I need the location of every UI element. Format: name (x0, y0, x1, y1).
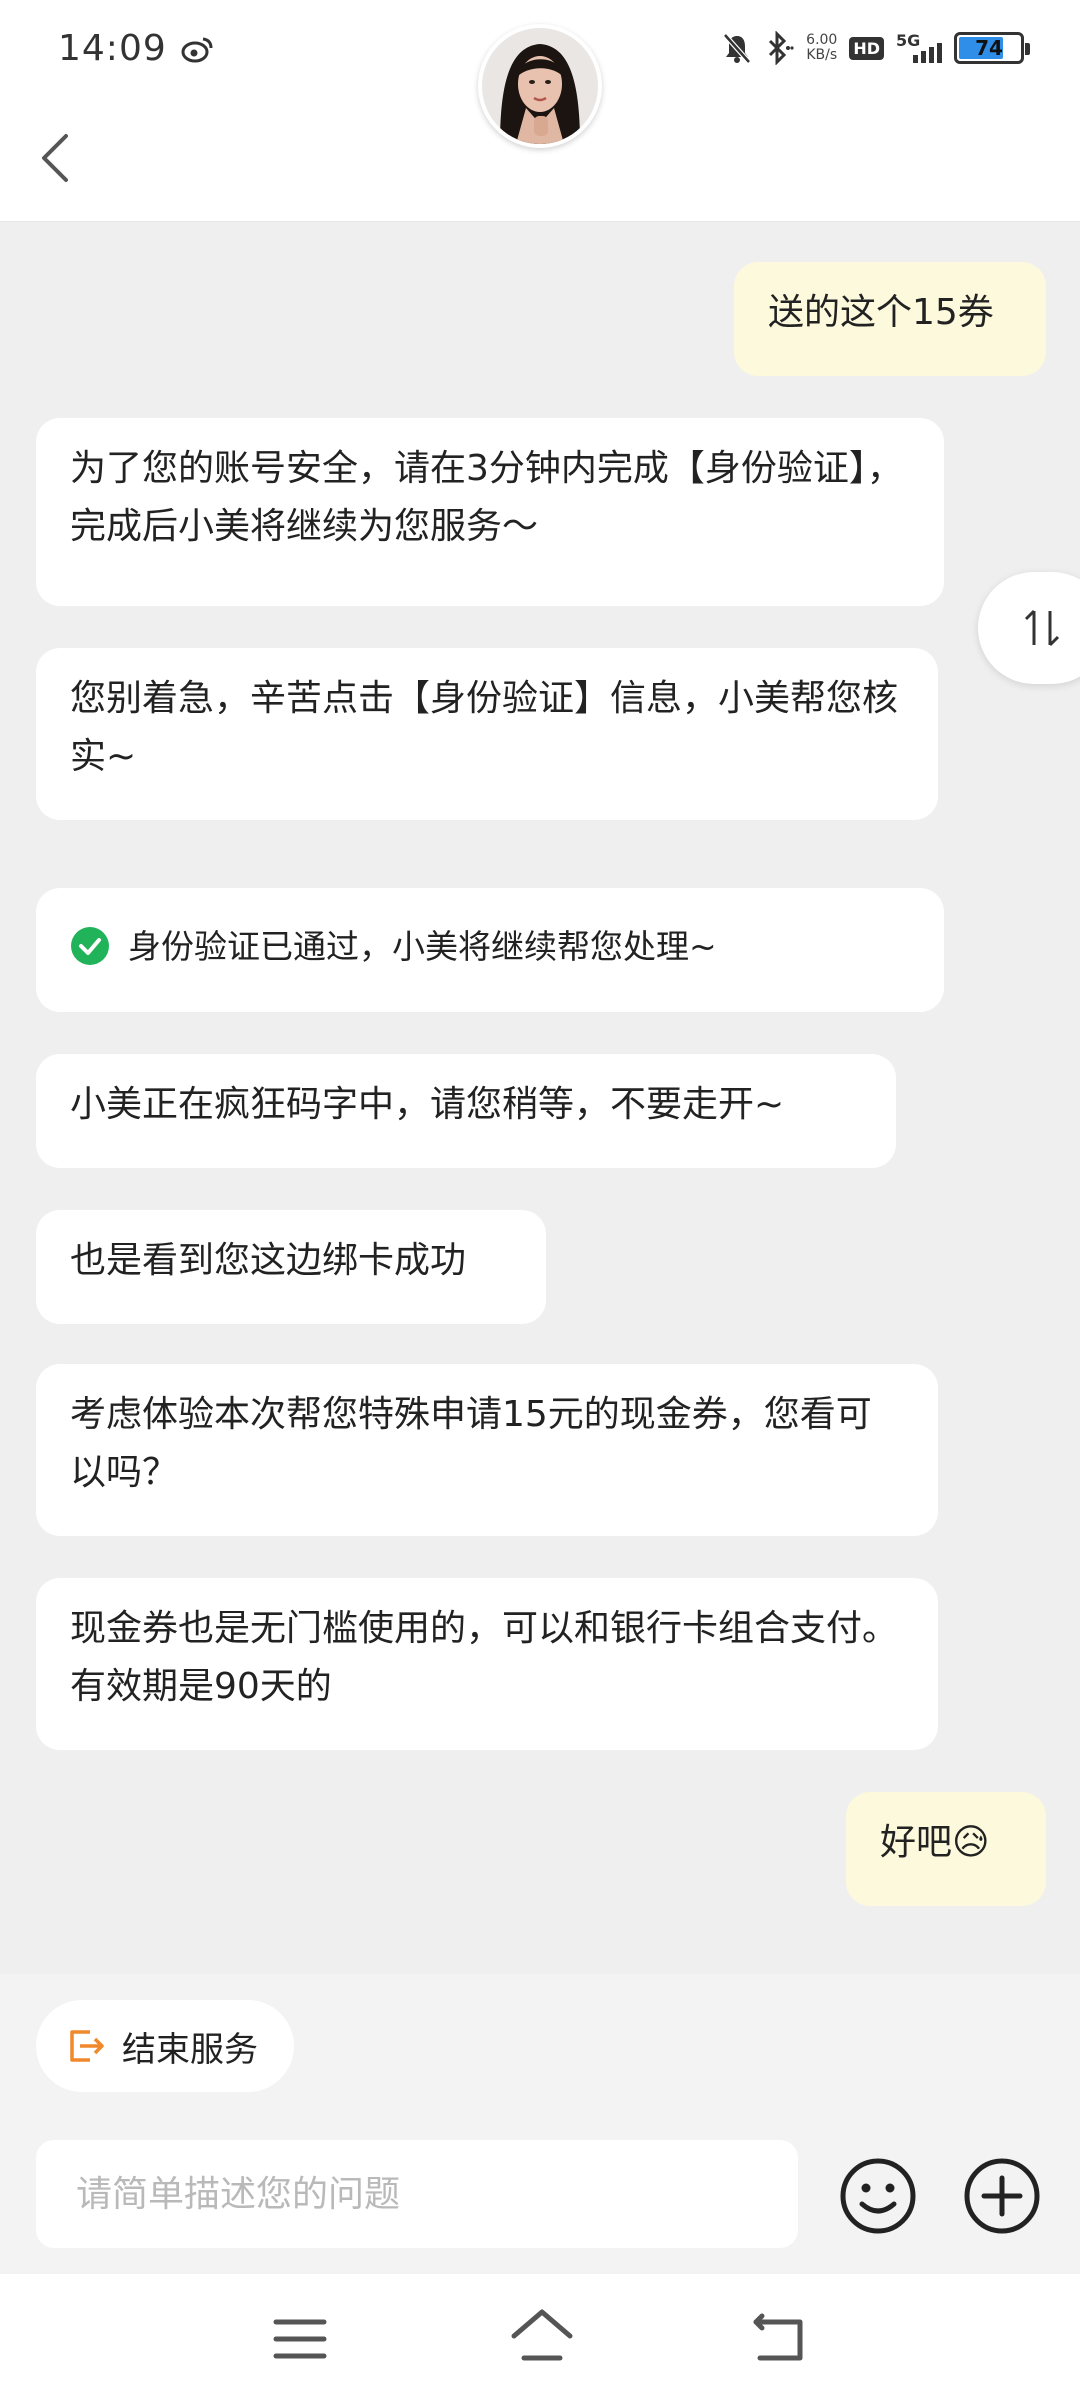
swap-arrows-icon (1024, 609, 1060, 647)
message-text: 您别着急，辛苦点击【身份验证】信息，小美帮您核实~ (70, 678, 899, 777)
swap-button[interactable] (978, 572, 1080, 684)
message-text: 小美正在疯狂码字中，请您稍等，不要走开~ (70, 1084, 785, 1125)
menu-icon[interactable] (272, 2316, 328, 2362)
emoji-icon[interactable] (838, 2156, 918, 2236)
message-text: 好吧😥 (880, 1822, 990, 1863)
message-bubble-agent: 为了您的账号安全，请在3分钟内完成【身份验证】，完成后小美将继续为您服务～ (36, 418, 944, 606)
agent-avatar[interactable] (478, 24, 602, 148)
battery-level: 74 (975, 36, 1003, 60)
home-icon[interactable] (510, 2306, 574, 2366)
net-speed-unit: KB/s (806, 47, 838, 63)
message-input[interactable] (36, 2140, 798, 2248)
signal-icon: 5G (896, 31, 942, 65)
message-bubble-user: 好吧😥 (846, 1792, 1046, 1906)
chevron-left-icon[interactable] (30, 126, 90, 190)
check-circle-icon (71, 926, 109, 965)
message-text: 送的这个15券 (768, 292, 994, 333)
message-bubble-agent: 现金券也是无门槛使用的，可以和银行卡组合支付。有效期是90天的 (36, 1578, 938, 1750)
back-nav-icon[interactable] (752, 2310, 808, 2364)
net-speed: 6.00 KB/s (806, 33, 837, 63)
exit-icon (70, 2030, 104, 2062)
message-text: 身份验证已通过，小美将继续帮您处理~ (128, 927, 717, 966)
status-time: 14:09 (58, 27, 167, 69)
message-text: 考虑体验本次帮您特殊申请15元的现金券，您看可以吗？ (70, 1394, 872, 1493)
mute-icon (723, 33, 752, 64)
battery-icon: 74 (954, 32, 1030, 64)
end-service-button[interactable]: 结束服务 (36, 2000, 294, 2092)
message-bubble-user: 送的这个15券 (734, 262, 1046, 376)
message-bubble-agent: 也是看到您这边绑卡成功 (36, 1210, 546, 1324)
message-bubble-agent: 小美正在疯狂码字中，请您稍等，不要走开~ (36, 1054, 896, 1168)
message-text: 为了您的账号安全，请在3分钟内完成【身份验证】，完成后小美将继续为您服务～ (70, 448, 903, 547)
weibo-icon (181, 37, 213, 63)
hd-icon: HD (849, 36, 884, 60)
message-text: 也是看到您这边绑卡成功 (70, 1240, 467, 1281)
system-nav-bar (0, 2274, 1080, 2400)
message-text: 现金券也是无门槛使用的，可以和银行卡组合支付。有效期是90天的 (70, 1608, 899, 1707)
avatar-image (482, 28, 598, 144)
verification-notice: 身份验证已通过，小美将继续帮您处理~ (36, 888, 944, 1012)
net-speed-value: 6.00 (806, 32, 838, 48)
plus-icon[interactable] (962, 2156, 1042, 2236)
message-bubble-agent: 考虑体验本次帮您特殊申请15元的现金券，您看可以吗？ (36, 1364, 938, 1536)
bluetooth-icon (769, 31, 794, 65)
message-bubble-agent: 您别着急，辛苦点击【身份验证】信息，小美帮您核实~ (36, 648, 938, 820)
end-service-label: 结束服务 (122, 2029, 258, 2070)
status-icons: 6.00 KB/s HD 5G 74 (722, 31, 1030, 65)
